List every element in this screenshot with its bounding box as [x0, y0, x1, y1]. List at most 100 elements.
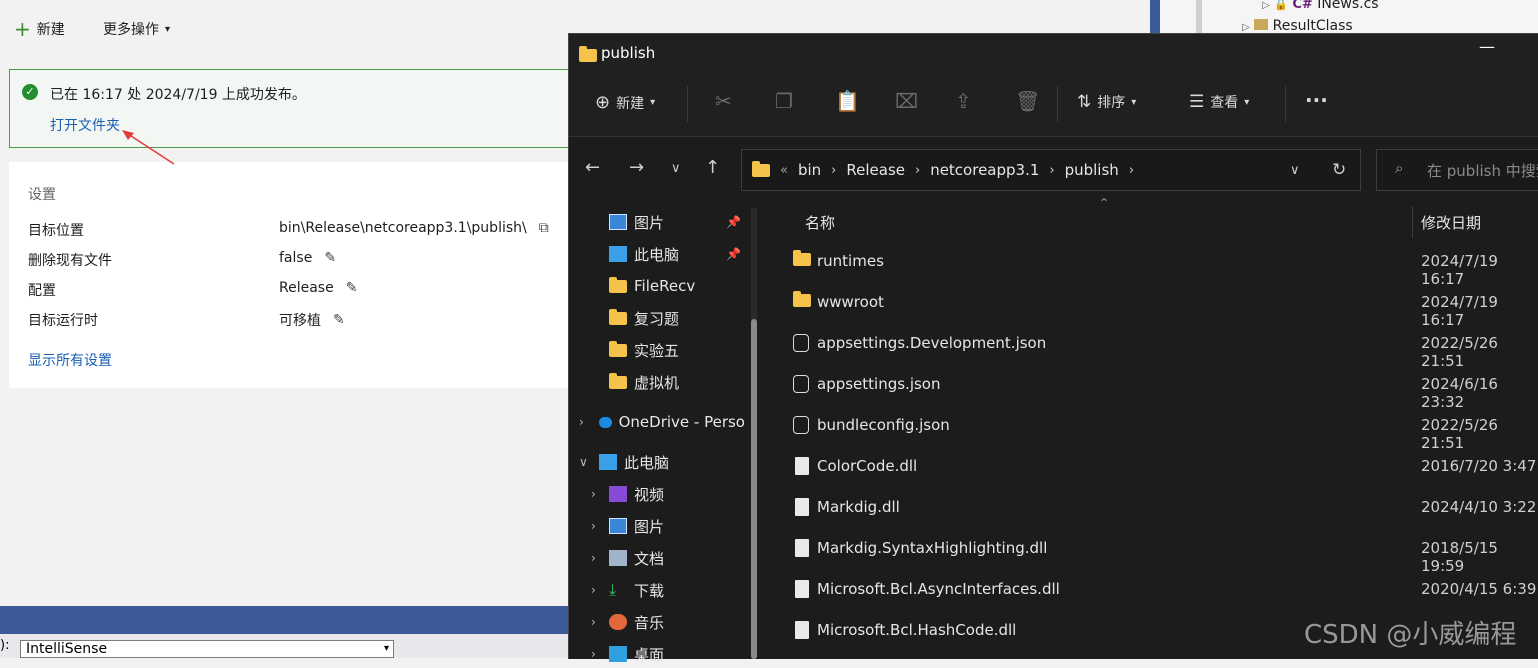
- column-header-date[interactable]: 修改日期: [1421, 212, 1481, 233]
- edit-pencil-icon[interactable]: ✎: [324, 250, 336, 266]
- copy-icon[interactable]: ⧉: [539, 220, 549, 236]
- file-row[interactable]: appsettings.json 2024/6/16 23:32: [769, 365, 1538, 411]
- chevron-right-icon[interactable]: ›: [591, 519, 596, 533]
- sort-button[interactable]: ⇅ 排序 ▾: [1077, 92, 1136, 112]
- file-name: Microsoft.Bcl.AsyncInterfaces.dll: [817, 580, 1060, 598]
- chevron-right-icon[interactable]: ›: [591, 583, 596, 597]
- edit-pencil-icon[interactable]: ✎: [333, 312, 345, 328]
- nav-item-this-pc[interactable]: ∨ 此电脑: [569, 448, 759, 476]
- recent-locations-icon[interactable]: ∨: [671, 161, 681, 176]
- nav-item-downloads[interactable]: › ⤓ 下载: [569, 576, 759, 604]
- back-arrow-icon[interactable]: ←: [585, 157, 600, 178]
- plus-icon: +: [14, 17, 31, 41]
- file-row[interactable]: ColorCode.dll 2016/7/20 3:47: [769, 447, 1538, 488]
- nav-item-lab5[interactable]: 实验五: [569, 336, 759, 364]
- pin-icon[interactable]: 📌: [726, 215, 741, 229]
- more-actions-button[interactable]: 更多操作 ▾: [103, 18, 170, 40]
- breadcrumb-release[interactable]: Release: [846, 161, 905, 179]
- column-header-name[interactable]: 名称: [805, 212, 835, 233]
- solution-item-resultclass[interactable]: ▷ ResultClass: [1242, 18, 1353, 34]
- nav-item-pictures[interactable]: › 图片: [569, 512, 759, 540]
- breadcrumb-publish[interactable]: publish: [1065, 161, 1119, 179]
- nav-item-music[interactable]: › 音乐: [569, 608, 759, 636]
- file-row[interactable]: runtimes 2024/7/19 16:17: [769, 242, 1538, 288]
- refresh-icon[interactable]: ↻: [1332, 160, 1346, 180]
- configuration-label: 配置: [28, 283, 56, 299]
- intellisense-label: IntelliSense: [26, 641, 108, 657]
- nav-item-review[interactable]: 复习题: [569, 304, 759, 332]
- file-name: Microsoft.Bcl.HashCode.dll: [817, 621, 1017, 639]
- scope-label: ):: [0, 638, 10, 653]
- chevron-right-icon[interactable]: ›: [915, 163, 920, 178]
- nav-item-label: 下载: [634, 581, 665, 600]
- up-arrow-icon[interactable]: ↑: [705, 157, 720, 178]
- view-button[interactable]: ☰ 查看 ▾: [1189, 92, 1249, 112]
- chevron-down-icon[interactable]: ∨: [579, 455, 588, 469]
- column-divider[interactable]: [1412, 206, 1413, 238]
- build-intellisense-dropdown[interactable]: IntelliSense ▾: [20, 640, 394, 658]
- nav-item-vm[interactable]: 虚拟机: [569, 368, 759, 396]
- nav-item-videos[interactable]: › 视频: [569, 480, 759, 508]
- nav-item-documents[interactable]: › 文档: [569, 544, 759, 572]
- chevron-right-icon[interactable]: ›: [591, 487, 596, 501]
- chevron-right-icon[interactable]: ›: [591, 615, 596, 629]
- chevron-right-icon[interactable]: ›: [591, 647, 596, 661]
- nav-item-onedrive[interactable]: › OneDrive - Perso: [569, 408, 745, 436]
- edit-pencil-icon[interactable]: ✎: [346, 280, 358, 296]
- breadcrumb-netcoreapp[interactable]: netcoreapp3.1: [930, 161, 1039, 179]
- file-row[interactable]: bundleconfig.json 2022/5/26 21:51: [769, 406, 1538, 452]
- show-all-settings-link[interactable]: 显示所有设置: [28, 350, 112, 370]
- sort-label: 排序: [1097, 95, 1126, 111]
- chevron-right-icon[interactable]: ›: [1049, 163, 1054, 178]
- chevron-right-icon[interactable]: ›: [591, 551, 596, 565]
- nav-item-pictures-pinned[interactable]: 图片 📌: [569, 208, 759, 236]
- more-options-icon[interactable]: ···: [1305, 88, 1328, 112]
- breadcrumb-bin[interactable]: bin: [798, 161, 821, 179]
- solution-item-inews[interactable]: ▷ 🔒 C# INews.cs: [1262, 0, 1379, 12]
- sort-ascending-icon: ⌃: [1099, 196, 1110, 210]
- copy-icon[interactable]: ❐: [775, 89, 793, 113]
- nav-item-label: FileRecv: [634, 277, 696, 295]
- share-icon[interactable]: ⇪: [955, 89, 972, 113]
- nav-pane-scroll-thumb[interactable]: [751, 319, 757, 659]
- nav-item-this-pc-pinned[interactable]: 此电脑 📌: [569, 240, 759, 268]
- json-file-icon: [793, 416, 809, 434]
- rename-icon[interactable]: ⌧: [895, 89, 918, 113]
- delete-icon[interactable]: 🗑: [1015, 89, 1040, 113]
- dll-file-icon: [795, 457, 809, 475]
- nav-item-desktop[interactable]: › 桌面: [569, 640, 759, 668]
- file-name: bundleconfig.json: [817, 416, 950, 434]
- chevron-right-icon[interactable]: ›: [579, 415, 584, 429]
- new-item-button[interactable]: ⊕ 新建 ▾: [595, 92, 655, 113]
- nav-item-label: 虚拟机: [634, 373, 680, 392]
- nav-item-filerecv[interactable]: FileRecv: [569, 272, 759, 300]
- file-row[interactable]: Markdig.dll 2024/4/10 3:22: [769, 488, 1538, 529]
- overflow-crumbs-icon[interactable]: «: [780, 163, 788, 178]
- search-icon: ⌕: [1395, 159, 1404, 177]
- file-row[interactable]: Markdig.SyntaxHighlighting.dll 2018/5/15…: [769, 529, 1538, 575]
- sort-icon: ⇅: [1077, 92, 1092, 112]
- file-name: Markdig.dll: [817, 498, 900, 516]
- file-row[interactable]: Microsoft.Bcl.AsyncInterfaces.dll 2020/4…: [769, 570, 1538, 611]
- new-profile-button[interactable]: + 新建: [14, 18, 65, 40]
- json-file-icon: [793, 334, 809, 352]
- chevron-right-icon[interactable]: ›: [831, 163, 836, 178]
- nav-item-label: 视频: [634, 485, 665, 504]
- minimize-icon[interactable]: —: [1479, 37, 1495, 56]
- paste-icon[interactable]: 📋: [835, 89, 860, 113]
- target-location-label: 目标位置: [28, 223, 84, 239]
- folder-icon: [609, 276, 627, 293]
- folder-icon: [793, 250, 811, 266]
- solution-item-label: ResultClass: [1272, 18, 1353, 34]
- folder-icon: [752, 160, 770, 177]
- chevron-right-icon[interactable]: ›: [1129, 163, 1134, 178]
- pin-icon[interactable]: 📌: [726, 247, 741, 261]
- csharp-icon: C#: [1292, 0, 1313, 12]
- file-row[interactable]: appsettings.Development.json 2022/5/26 2…: [769, 324, 1538, 370]
- cut-icon[interactable]: ✂: [715, 89, 732, 113]
- address-bar[interactable]: « bin › Release › netcoreapp3.1 › publis…: [741, 149, 1361, 191]
- address-history-dropdown-icon[interactable]: ∨: [1290, 163, 1300, 178]
- file-row[interactable]: wwwroot 2024/7/19 16:17: [769, 283, 1538, 329]
- search-box[interactable]: ⌕ 在 publish 中搜索: [1376, 149, 1538, 191]
- forward-arrow-icon[interactable]: →: [629, 157, 644, 178]
